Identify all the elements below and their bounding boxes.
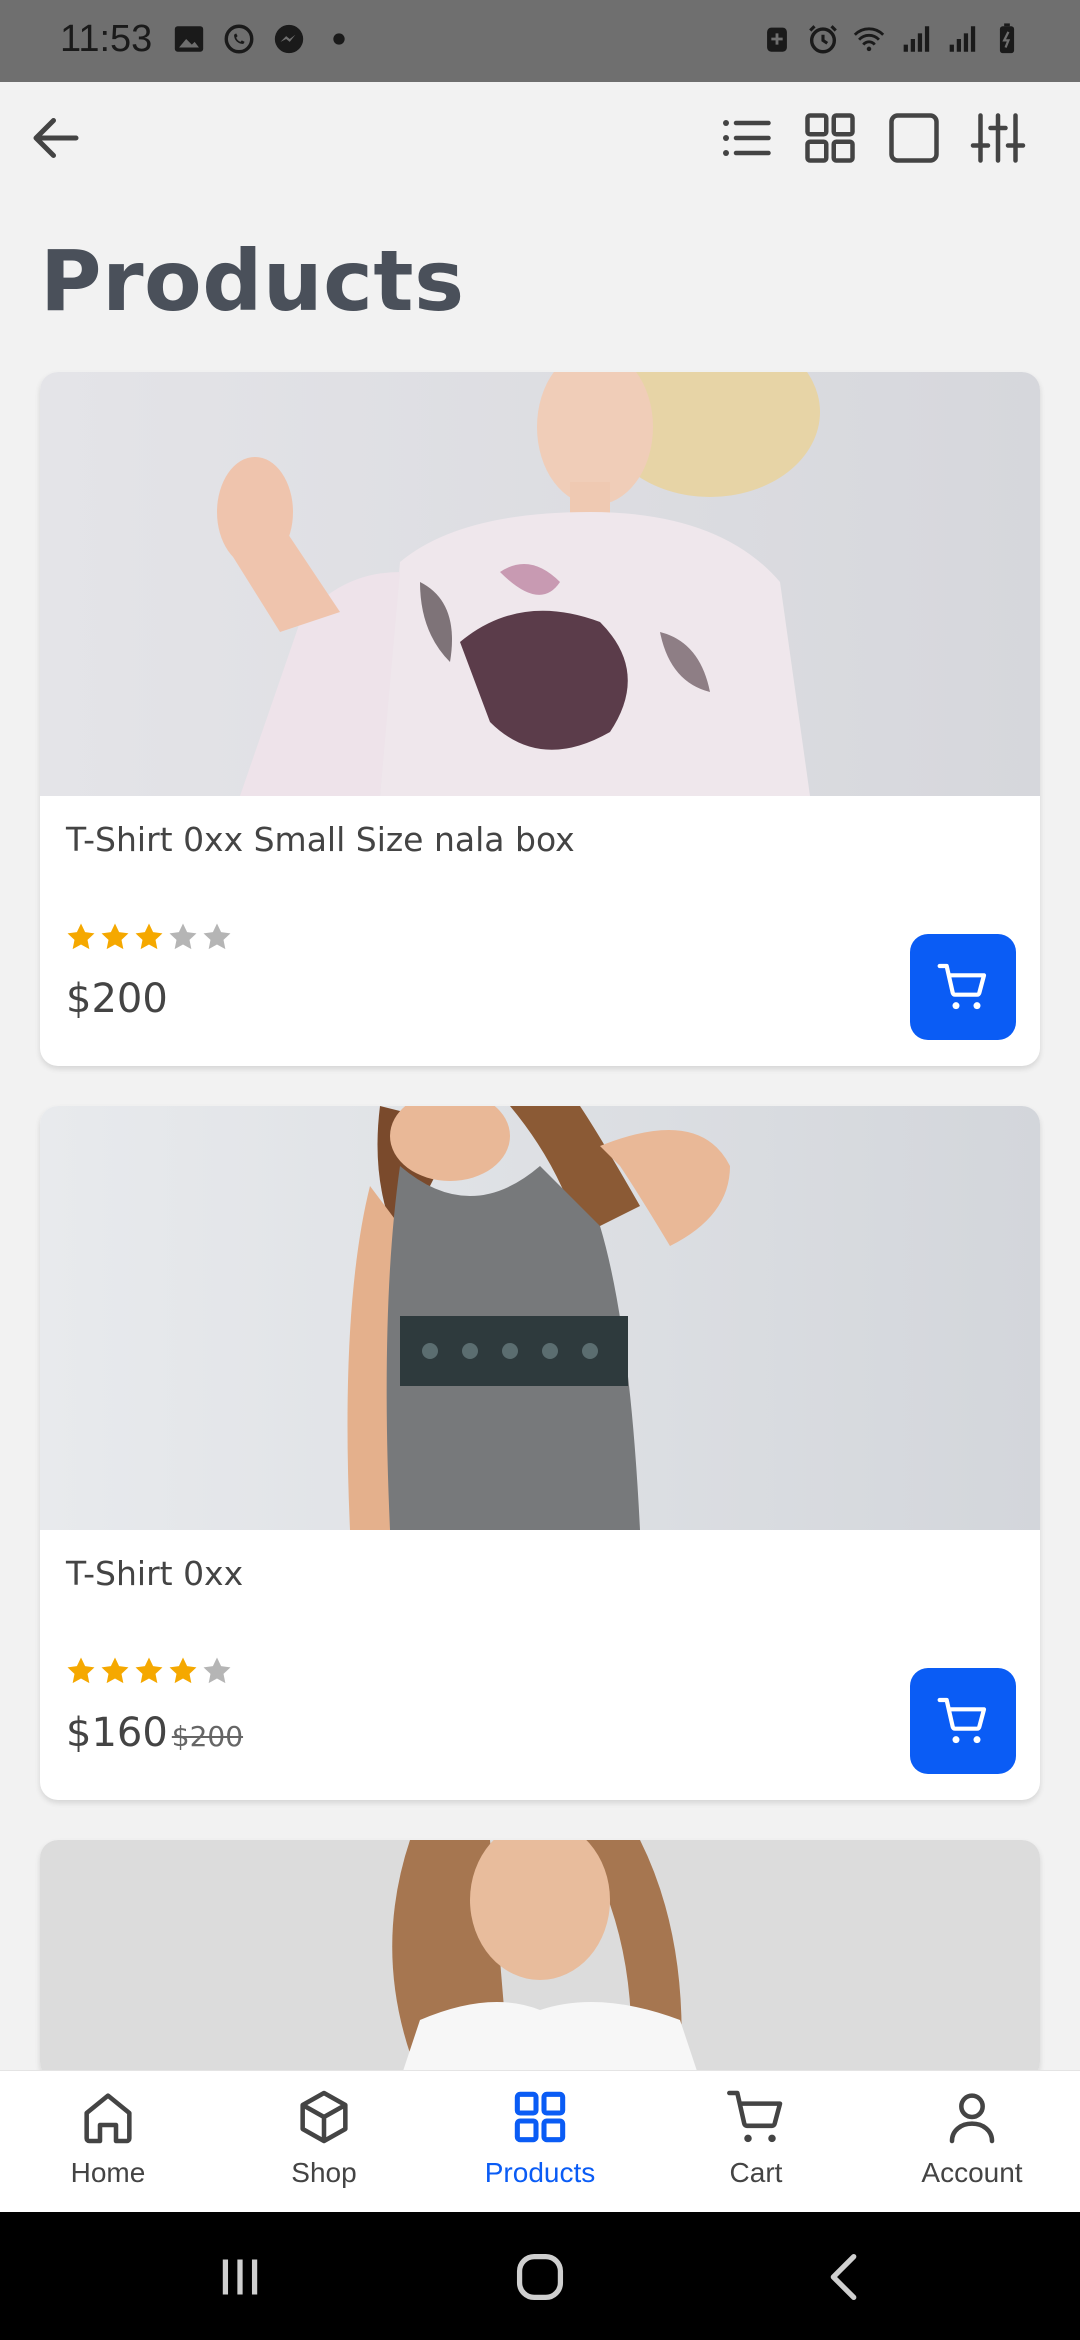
single-view-icon[interactable] xyxy=(884,108,944,168)
product-name[interactable]: T-Shirt 0xx Small Size nala box xyxy=(66,820,575,859)
nav-item-cart[interactable]: Cart xyxy=(648,2071,864,2212)
alarm-icon xyxy=(809,25,837,54)
cart-icon xyxy=(727,2090,783,2143)
dot-icon xyxy=(333,33,345,45)
product-image[interactable] xyxy=(40,372,1040,796)
whatsapp-icon xyxy=(224,24,254,54)
cart-icon xyxy=(937,963,987,1010)
gallery-icon xyxy=(174,26,204,52)
current-price: $200 xyxy=(66,976,168,1022)
notification-icons xyxy=(172,22,356,56)
star-filled-icon xyxy=(67,923,95,950)
product-price: $200 xyxy=(66,976,172,1022)
star-empty-icon xyxy=(203,1657,231,1684)
add-to-cart-button[interactable] xyxy=(910,934,1016,1040)
rating-stars xyxy=(64,1654,234,1688)
wifi-icon xyxy=(853,27,885,52)
nav-item-home[interactable]: Home xyxy=(0,2071,216,2212)
nav-item-shop[interactable]: Shop xyxy=(216,2071,432,2212)
star-filled-icon xyxy=(169,1657,197,1684)
product-image[interactable] xyxy=(40,1106,1040,1530)
product-card[interactable]: T-Shirt 0xx $160 $200 xyxy=(40,1106,1040,1800)
bottom-navigation: Home Shop Products Cart Account xyxy=(0,2070,1080,2212)
toolbar xyxy=(0,82,1080,202)
page-title: Products xyxy=(40,232,465,330)
status-bar: 11:53 xyxy=(0,0,1080,82)
nav-label: Account xyxy=(921,2157,1023,2188)
back-arrow-icon[interactable] xyxy=(26,108,86,168)
add-to-cart-button[interactable] xyxy=(910,1668,1016,1774)
messenger-icon xyxy=(274,24,304,54)
nav-label: Home xyxy=(70,2157,146,2188)
star-filled-icon xyxy=(101,1657,129,1684)
star-filled-icon xyxy=(101,923,129,950)
home-icon xyxy=(84,2093,132,2144)
list-view-icon[interactable] xyxy=(716,108,776,168)
signal-icon xyxy=(949,26,976,52)
signal-icon xyxy=(903,26,930,52)
product-name[interactable]: T-Shirt 0xx xyxy=(66,1554,243,1593)
filter-sliders-icon[interactable] xyxy=(968,108,1028,168)
current-price: $160 xyxy=(66,1710,168,1756)
recent-apps-icon[interactable] xyxy=(205,2242,275,2312)
status-time: 11:53 xyxy=(60,18,153,60)
nav-label: Shop xyxy=(291,2157,357,2188)
star-filled-icon xyxy=(67,1657,95,1684)
cart-icon xyxy=(937,1697,987,1744)
product-image[interactable] xyxy=(40,1840,1040,2080)
grid-icon xyxy=(514,2091,566,2143)
product-price: $160 $200 xyxy=(66,1710,243,1756)
star-filled-icon xyxy=(135,1657,163,1684)
star-filled-icon xyxy=(135,923,163,950)
nav-item-account[interactable]: Account xyxy=(864,2071,1080,2212)
system-navigation-bar xyxy=(0,2212,1080,2340)
home-button-icon[interactable] xyxy=(505,2242,575,2312)
box-icon xyxy=(300,2090,348,2144)
grid-view-icon[interactable] xyxy=(800,108,860,168)
back-button-icon[interactable] xyxy=(810,2242,880,2312)
user-icon xyxy=(949,2093,995,2144)
old-price: $200 xyxy=(171,1720,244,1753)
rating-stars xyxy=(64,920,234,954)
product-card[interactable] xyxy=(40,1840,1040,2080)
system-status-icons xyxy=(760,22,1024,56)
product-card[interactable]: T-Shirt 0xx Small Size nala box $200 xyxy=(40,372,1040,1066)
star-empty-icon xyxy=(169,923,197,950)
star-empty-icon xyxy=(203,923,231,950)
nav-item-products[interactable]: Products xyxy=(432,2071,648,2212)
battery-saver-icon xyxy=(767,27,787,52)
battery-icon xyxy=(999,23,1015,54)
nav-label: Products xyxy=(484,2157,596,2188)
nav-label: Cart xyxy=(729,2157,783,2188)
